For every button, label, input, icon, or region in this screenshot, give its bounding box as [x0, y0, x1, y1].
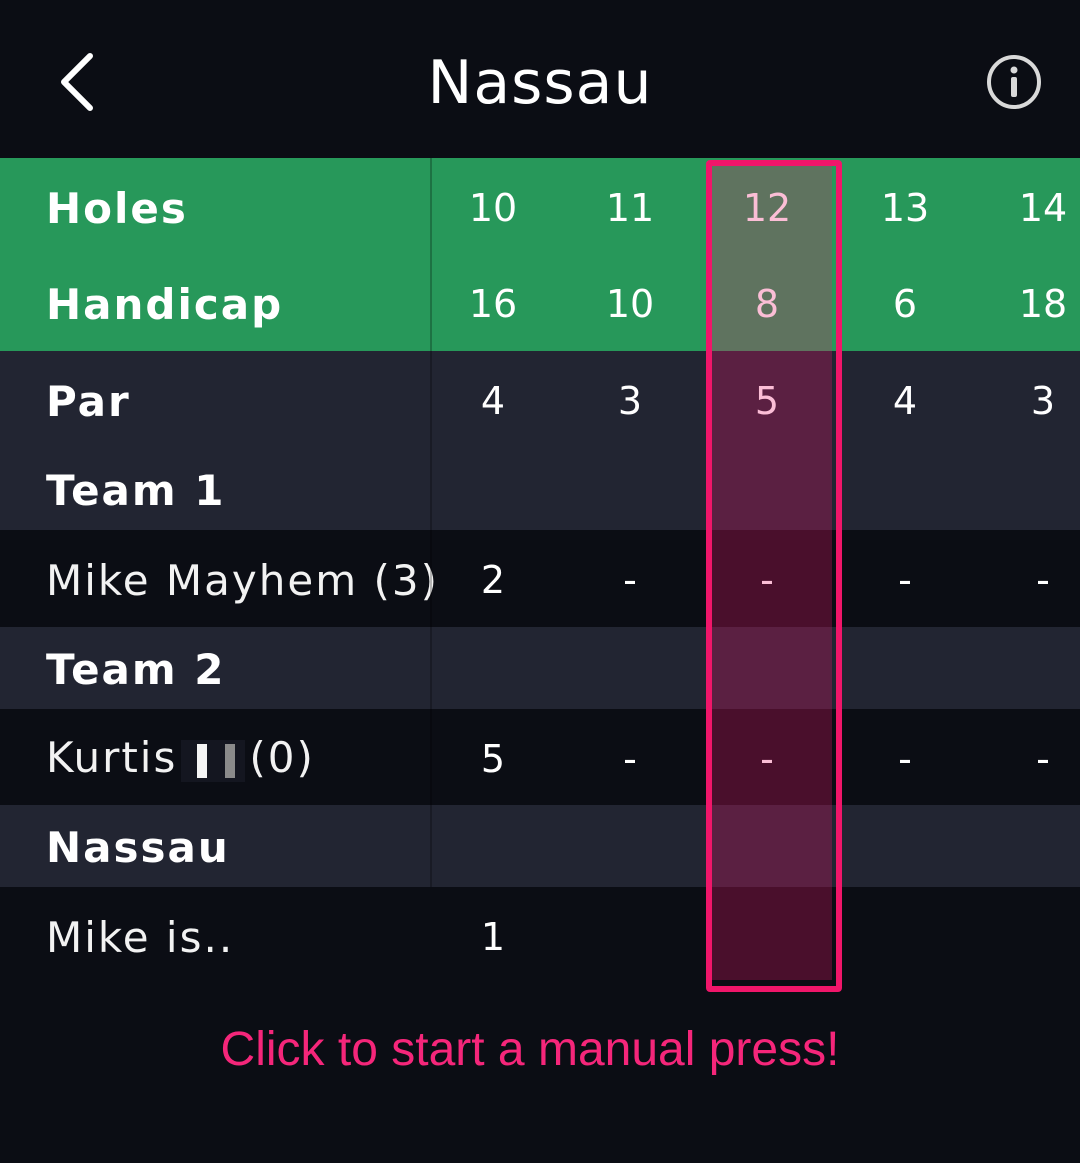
score-hole-10[interactable]: 5 [438, 737, 548, 781]
highlighted-hole-column[interactable] [710, 162, 832, 980]
holes-row: Holes 10 11 12 13 14 [0, 158, 1080, 255]
score-hole-11[interactable]: - [575, 558, 685, 602]
par-hole-14: 3 [1030, 379, 1056, 423]
manual-press-prompt[interactable]: Click to start a manual press! [0, 1022, 1060, 1077]
par-hole-11: 3 [617, 379, 643, 423]
player-name: Mike Mayhem (3) [46, 556, 439, 605]
column-divider [430, 158, 432, 887]
score-hole-11[interactable]: - [575, 737, 685, 781]
nassau-result-row: Mike is.. 1 [0, 887, 1080, 984]
team-2-label: Team 2 [46, 645, 226, 694]
player-handicap: (0) [249, 733, 315, 782]
hole-10[interactable]: 10 [438, 186, 548, 230]
handicap-hole-11: 10 [605, 282, 655, 326]
handicap-hole-13: 6 [892, 282, 918, 326]
score-hole-13[interactable]: - [850, 558, 960, 602]
handicap-hole-14: 18 [1018, 282, 1068, 326]
hole-13[interactable]: 13 [850, 186, 960, 230]
player-name: Kurtis (0) [46, 733, 315, 782]
info-button[interactable] [984, 52, 1044, 112]
redacted-surname [181, 739, 246, 782]
team-1-label: Team 1 [46, 466, 226, 515]
handicap-hole-10: 16 [468, 282, 518, 326]
result-hole-10: 1 [480, 915, 506, 959]
result-label: Mike is.. [46, 913, 235, 962]
top-bar: Nassau [0, 0, 1080, 158]
par-label: Par [46, 377, 131, 426]
hole-14[interactable]: 14 [988, 186, 1080, 230]
score-hole-14[interactable]: - [988, 737, 1080, 781]
holes-label: Holes [46, 184, 188, 233]
player-row-mike[interactable]: Mike Mayhem (3) 2 - - - - [0, 530, 1080, 627]
player-first-name: Kurtis [46, 733, 178, 782]
team-2-header: Team 2 [0, 627, 1080, 709]
hole-11[interactable]: 11 [575, 186, 685, 230]
par-hole-13: 4 [892, 379, 918, 423]
nassau-label: Nassau [46, 823, 230, 872]
team-1-header: Team 1 [0, 448, 1080, 530]
handicap-label: Handicap [46, 280, 284, 329]
page-title: Nassau [427, 48, 653, 118]
info-circle-icon [987, 55, 1041, 109]
player-row-kurtis[interactable]: Kurtis (0) 5 - - - - [0, 709, 1080, 805]
par-row: Par 4 3 5 4 3 [0, 351, 1080, 448]
score-hole-13[interactable]: - [850, 737, 960, 781]
score-hole-14[interactable]: - [988, 558, 1080, 602]
score-hole-10[interactable]: 2 [438, 558, 548, 602]
par-hole-10: 4 [480, 379, 506, 423]
nassau-header: Nassau [0, 805, 1080, 887]
handicap-row: Handicap 16 10 8 6 18 [0, 255, 1080, 351]
